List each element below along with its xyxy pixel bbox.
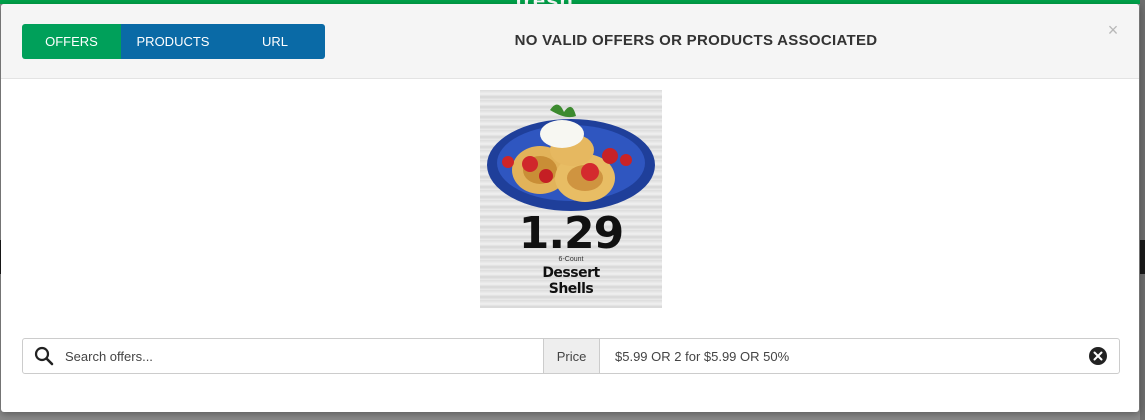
tab-url[interactable]: URL	[225, 24, 325, 59]
product-image: 1.29 6-Count Dessert Shells	[480, 90, 662, 308]
modal-tabs: OFFERS PRODUCTS URL	[22, 24, 325, 59]
offer-search-bar: Price $5.99 OR 2 for $5.99 OR 50%	[22, 338, 1120, 374]
close-icon[interactable]: ×	[1105, 21, 1121, 39]
product-description-line1: Dessert	[542, 265, 600, 281]
price-label: Price	[543, 339, 600, 373]
modal-header: OFFERS PRODUCTS URL NO VALID OFFERS OR P…	[1, 4, 1139, 79]
background-right-edge	[1140, 0, 1145, 420]
product-description: Dessert Shells	[480, 265, 662, 297]
product-description-line2: Shells	[548, 281, 594, 297]
clear-circle-icon[interactable]	[1077, 339, 1119, 373]
price-value[interactable]: $5.99 OR 2 for $5.99 OR 50%	[600, 339, 1077, 373]
tab-products[interactable]: PRODUCTS	[121, 24, 225, 59]
search-input[interactable]	[65, 339, 543, 373]
background-right-bar	[1140, 240, 1145, 274]
product-price: 1.29	[518, 208, 625, 259]
modal-title: NO VALID OFFERS OR PRODUCTS ASSOCIATED	[514, 32, 878, 49]
tab-offers[interactable]: OFFERS	[22, 24, 121, 59]
product-count: 6-Count	[558, 256, 584, 263]
offer-modal: OFFERS PRODUCTS URL NO VALID OFFERS OR P…	[1, 4, 1139, 412]
search-icon	[23, 339, 65, 373]
